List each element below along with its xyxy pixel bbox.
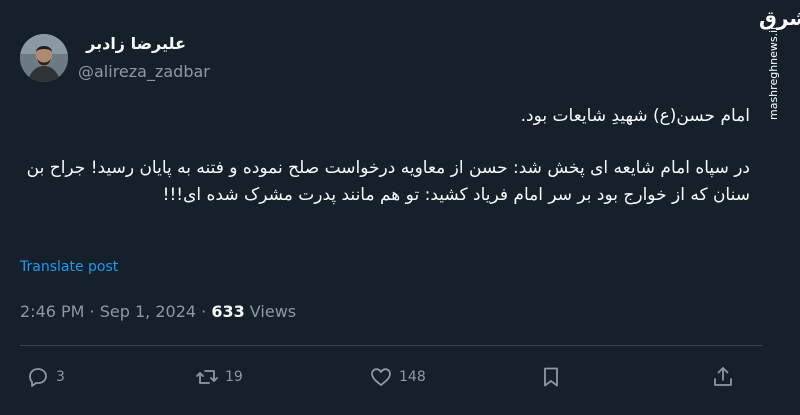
tweet-text: امام حسن(ع) شهیدِ شایعات بود. در سپاه ام… bbox=[20, 103, 750, 209]
watermark-url: mashreghnews.ir bbox=[767, 25, 780, 120]
meta-separator: · bbox=[84, 302, 100, 321]
repost-button[interactable]: 19 bbox=[195, 364, 243, 390]
views-label: Views bbox=[244, 302, 297, 321]
bookmark-icon bbox=[544, 367, 558, 387]
tweet-paragraph: امام حسن(ع) شهیدِ شایعات بود. bbox=[520, 106, 750, 126]
repost-count: 19 bbox=[225, 369, 243, 385]
reply-icon bbox=[29, 368, 47, 387]
views-count: 633 bbox=[211, 302, 245, 321]
author-name[interactable]: علیرضا زادبر bbox=[78, 34, 186, 53]
post-time[interactable]: 2:46 PM bbox=[20, 302, 84, 321]
author-handle[interactable]: @alireza_zadbar bbox=[78, 62, 210, 81]
share-icon bbox=[714, 367, 732, 386]
tweet-paragraph: در سپاه امام شایعه ای پخش شد: حسن از معا… bbox=[26, 158, 750, 205]
share-button[interactable] bbox=[711, 364, 735, 390]
divider bbox=[20, 345, 762, 346]
reply-count: 3 bbox=[56, 369, 65, 385]
post-date[interactable]: Sep 1, 2024 bbox=[100, 302, 196, 321]
like-icon bbox=[371, 368, 391, 386]
meta-separator: · bbox=[196, 302, 212, 321]
like-count: 148 bbox=[399, 369, 426, 385]
avatar[interactable] bbox=[20, 34, 68, 82]
translate-post-link[interactable]: Translate post bbox=[20, 259, 118, 275]
watermark: مشرق mashreghnews.ir bbox=[759, 6, 800, 126]
repost-icon bbox=[196, 370, 218, 384]
like-button[interactable]: 148 bbox=[369, 364, 426, 390]
bookmark-button[interactable] bbox=[539, 364, 563, 390]
reply-button[interactable]: 3 bbox=[26, 364, 65, 390]
avatar-image bbox=[20, 34, 68, 82]
tweet-meta: 2:46 PM · Sep 1, 2024 · 633 Views bbox=[20, 302, 296, 321]
